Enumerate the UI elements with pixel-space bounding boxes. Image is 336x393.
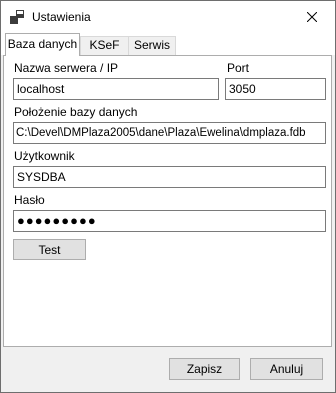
save-button[interactable]: Zapisz [169,358,240,380]
window-title: Ustawienia [32,10,91,24]
port-input[interactable]: 3050 [225,78,326,100]
tab-label: KSeF [89,38,120,52]
user-label: Użytkownik [14,149,75,163]
close-icon [307,11,317,22]
password-label: Hasło [14,193,45,207]
test-button[interactable]: Test [13,239,86,260]
tab-label: Baza danych [7,37,78,51]
title-bar: Ustawienia [1,1,335,33]
tab-baza-danych[interactable]: Baza danych [5,33,80,56]
tab-serwis[interactable]: Serwis [128,36,176,55]
port-label: Port [227,61,250,75]
tab-label: Serwis [133,38,170,52]
test-button-label: Test [38,242,61,257]
user-input[interactable]: SYSDBA [13,166,326,188]
close-button[interactable] [289,1,335,32]
cancel-button-label: Anuluj [269,362,304,376]
server-label: Nazwa serwera / IP [14,61,119,75]
settings-window: Ustawienia Baza danych KSeF Serwis Nazwa… [0,0,336,393]
save-button-label: Zapisz [186,362,223,376]
dbpath-label: Położenie bazy danych [14,105,138,119]
dbpath-input[interactable]: C:\Devel\DMPlaza2005\dane\Plaza\Ewelina\… [13,122,326,144]
tab-ksef[interactable]: KSeF [80,36,129,55]
tab-page-baza-danych: Nazwa serwera / IP localhost Port 3050 P… [3,55,332,347]
cancel-button[interactable]: Anuluj [250,358,323,380]
server-input[interactable]: localhost [13,78,219,100]
app-window-icon [10,10,24,24]
password-input[interactable]: ●●●●●●●●● [13,210,326,232]
